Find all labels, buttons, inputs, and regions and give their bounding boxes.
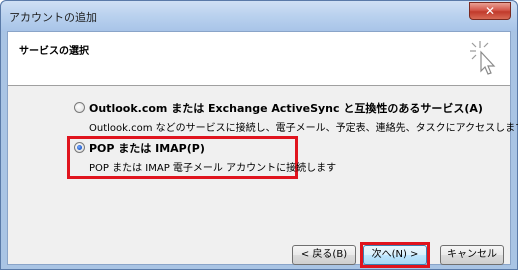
window-title: アカウントの追加 — [9, 11, 97, 24]
cancel-button[interactable]: キャンセル — [440, 245, 504, 265]
option-exchange-radio[interactable] — [74, 102, 85, 113]
add-account-dialog: アカウントの追加 ✕ サービスの選択 Outlook.com または Excha… — [0, 0, 518, 270]
dialog-body: サービスの選択 Outlook.com または Exchange ActiveS… — [7, 31, 518, 268]
page-title: サービスの選択 — [19, 46, 89, 57]
option-exchange-label[interactable]: Outlook.com または Exchange ActiveSync と互換性… — [89, 100, 483, 116]
back-button[interactable]: < 戻る(B) — [292, 245, 356, 265]
dialog-header: サービスの選択 — [8, 32, 510, 86]
option-pop-imap-label[interactable]: POP または IMAP(P) — [89, 140, 205, 156]
title-bar[interactable]: アカウントの追加 ✕ — [1, 1, 517, 31]
next-button[interactable]: 次へ(N) > — [363, 245, 427, 265]
close-button[interactable]: ✕ — [469, 2, 511, 20]
option-pop-imap-radio[interactable] — [74, 142, 85, 153]
option-exchange-description: Outlook.com などのサービスに接続し、電子メール、予定表、連絡先、タス… — [89, 123, 518, 134]
sparkle-cursor-icon — [470, 41, 496, 75]
option-pop-imap-description: POP または IMAP 電子メール アカウントに接続します — [89, 163, 337, 174]
